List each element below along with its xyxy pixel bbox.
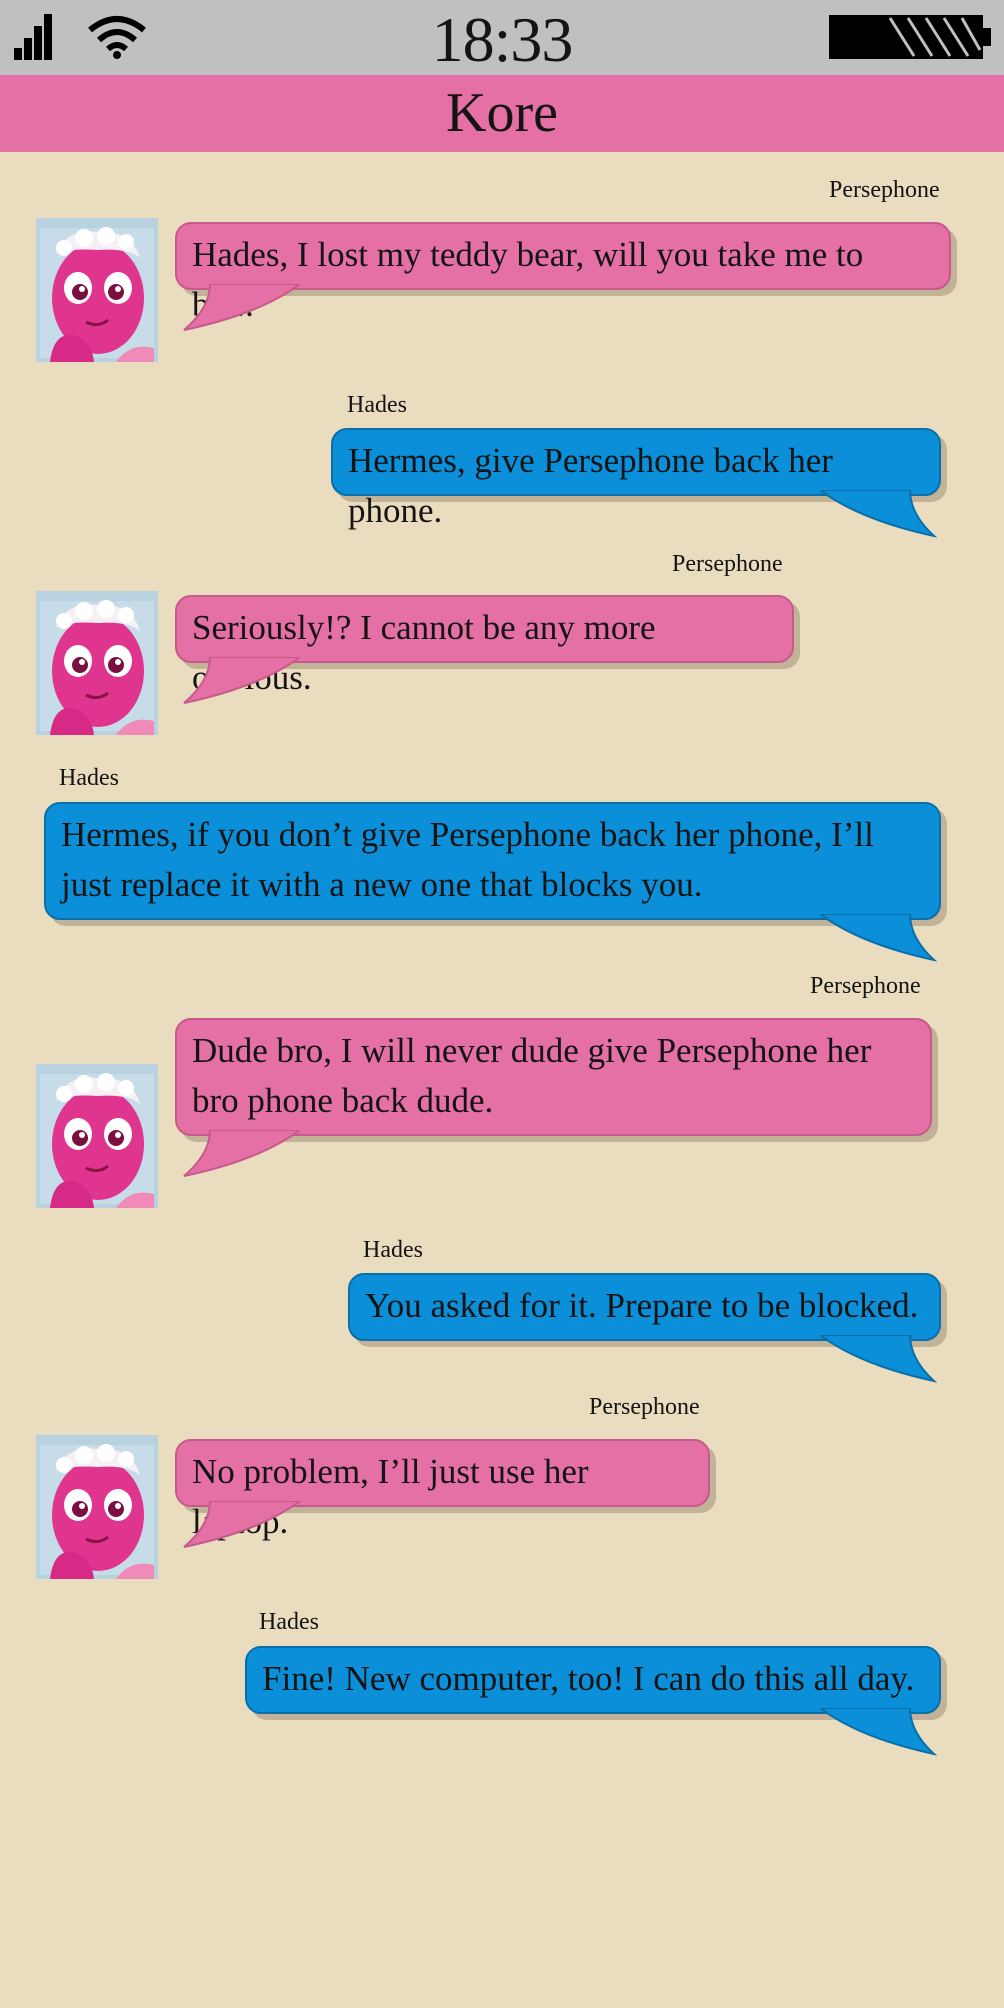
message-bubble-pink: No problem, I’ll just use her laptop. <box>175 1439 710 1541</box>
sender-name: Persephone <box>589 1394 700 1420</box>
chat-header: Kore <box>0 75 1004 152</box>
contact-name: Kore <box>446 82 558 144</box>
sender-name: Persephone <box>672 551 783 577</box>
bubble-tail <box>820 1335 938 1383</box>
message-bubble-pink: Hades, I lost my teddy bear, will you ta… <box>175 222 951 324</box>
bubble-tail <box>183 284 300 331</box>
bubble-tail <box>820 1708 938 1756</box>
message-bubble-blue: You asked for it. Prepare to be blocked. <box>348 1273 941 1341</box>
persephone-avatar <box>36 1435 158 1579</box>
battery-icon <box>829 15 991 59</box>
sender-name: Hades <box>59 765 119 791</box>
bubble-tail <box>183 1501 300 1548</box>
message-bubble-blue: Hermes, give Persephone back her phone. <box>331 428 941 530</box>
sender-name: Persephone <box>810 973 921 999</box>
sender-name: Hades <box>363 1237 423 1263</box>
persephone-avatar <box>36 1064 158 1208</box>
status-bar: 18:33 <box>0 0 1004 75</box>
bubble-tail <box>183 657 300 704</box>
bubble-tail <box>820 914 938 962</box>
message-bubble-pink: Seriously!? I cannot be any more obvious… <box>175 595 794 697</box>
sender-name: Hades <box>347 392 407 418</box>
bubble-tail <box>820 490 938 538</box>
persephone-avatar <box>36 218 158 362</box>
message-bubble-blue: Hermes, if you don’t give Persephone bac… <box>44 802 941 920</box>
persephone-avatar <box>36 591 158 735</box>
bubble-tail <box>183 1130 300 1177</box>
sender-name: Persephone <box>829 177 940 203</box>
sender-name: Hades <box>259 1609 319 1635</box>
message-bubble-blue: Fine! New computer, too! I can do this a… <box>245 1646 941 1714</box>
message-bubble-pink: Dude bro, I will never dude give Perseph… <box>175 1018 932 1136</box>
